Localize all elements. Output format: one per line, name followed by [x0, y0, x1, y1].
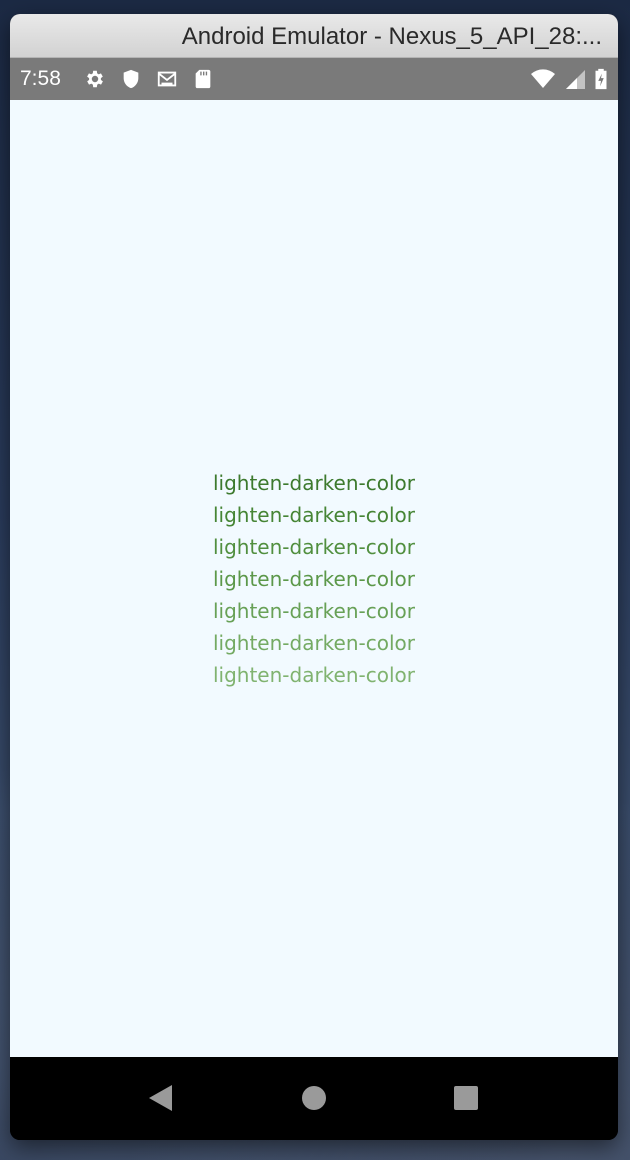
- gear-icon: [84, 68, 106, 90]
- android-status-bar[interactable]: 7:58: [10, 58, 618, 100]
- signal-icon: [564, 68, 586, 90]
- color-label-7: lighten-darken-color: [212, 663, 415, 687]
- window-titlebar[interactable]: Android Emulator - Nexus_5_API_28:...: [10, 14, 618, 58]
- sd-card-icon: [192, 68, 214, 90]
- android-nav-bar: [10, 1057, 618, 1140]
- system-icons: [530, 68, 608, 90]
- recents-button[interactable]: [451, 1083, 481, 1113]
- emulator-window: Android Emulator - Nexus_5_API_28:... 7:…: [10, 14, 618, 1140]
- color-label-3: lighten-darken-color: [212, 535, 415, 559]
- back-icon: [148, 1084, 174, 1112]
- label-list: lighten-darken-color lighten-darken-colo…: [10, 467, 618, 691]
- color-label-2: lighten-darken-color: [212, 503, 415, 527]
- gmail-icon: [156, 68, 178, 90]
- wifi-icon: [530, 68, 556, 90]
- back-button[interactable]: [146, 1083, 176, 1113]
- color-label-6: lighten-darken-color: [212, 631, 415, 655]
- status-time: 7:58: [20, 67, 61, 90]
- window-title: Android Emulator - Nexus_5_API_28:...: [181, 23, 602, 50]
- shield-icon: [120, 68, 142, 90]
- color-label-4: lighten-darken-color: [212, 567, 415, 591]
- home-button[interactable]: [299, 1083, 329, 1113]
- notification-icons: [84, 68, 214, 90]
- battery-icon: [594, 68, 608, 90]
- color-label-1: lighten-darken-color: [212, 471, 415, 495]
- color-label-5: lighten-darken-color: [212, 599, 415, 623]
- home-icon: [301, 1085, 327, 1111]
- app-screen: lighten-darken-color lighten-darken-colo…: [10, 100, 618, 1057]
- recents-icon: [453, 1085, 479, 1111]
